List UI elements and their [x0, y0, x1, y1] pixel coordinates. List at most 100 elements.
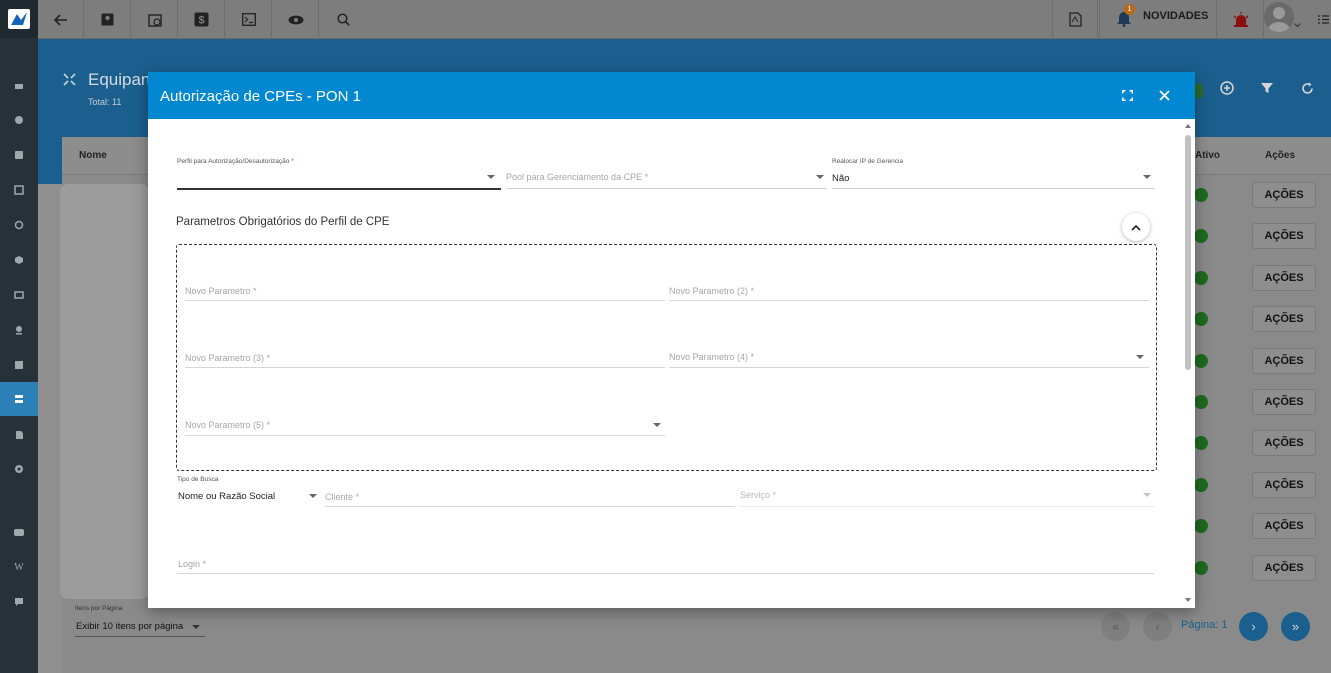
row-actions-button[interactable]: AÇÕES — [1252, 264, 1316, 291]
tipo-busca-select[interactable]: Nome ou Razão Social — [177, 485, 320, 507]
column-header-nome[interactable]: Nome — [79, 150, 107, 161]
add-button[interactable] — [1213, 74, 1241, 102]
items-per-page-label: Itens por Página — [75, 605, 123, 612]
param1-input[interactable]: Novo Parametro * — [185, 281, 665, 301]
active-status-icon — [1194, 477, 1208, 492]
params-section: Novo Parametro * Novo Parametro (2) * No… — [176, 244, 1157, 471]
left-sidebar: W — [0, 0, 38, 673]
first-page-button[interactable]: « — [1101, 612, 1130, 641]
youtube-icon[interactable] — [0, 515, 38, 549]
clock-calendar-icon[interactable] — [132, 0, 178, 39]
table-icon[interactable] — [0, 173, 38, 207]
row-actions-button[interactable]: AÇÕES — [1252, 306, 1316, 333]
chevron-down-icon[interactable] — [1294, 15, 1301, 33]
row-actions-button[interactable]: AÇÕES — [1252, 347, 1316, 374]
id-card-icon[interactable] — [0, 278, 38, 312]
row-actions-button[interactable]: AÇÕES — [1252, 554, 1316, 581]
cpe-authorization-dialog: Autorização de CPEs - PON 1 Perfil para … — [148, 72, 1195, 608]
terminal-icon[interactable] — [226, 0, 272, 39]
param4-select[interactable]: Novo Parametro (4) * — [669, 348, 1149, 368]
param2-placeholder: Novo Parametro (2) * — [669, 286, 755, 296]
dollar-icon[interactable]: $ — [179, 0, 225, 39]
pool-select[interactable]: Pool para Gerenciamento da CPE * — [506, 167, 826, 189]
location-pin-icon[interactable] — [0, 313, 38, 347]
eye-icon[interactable] — [273, 0, 319, 39]
search-icon[interactable] — [320, 0, 366, 39]
realocar-label: Realocar IP de Gerencia — [832, 158, 904, 165]
active-status-icon — [1194, 560, 1208, 575]
app-logo[interactable] — [0, 0, 38, 38]
last-page-button[interactable]: » — [1281, 612, 1310, 641]
dropdown-caret-icon — [1143, 175, 1151, 179]
scroll-up-icon[interactable] — [1185, 124, 1191, 128]
document-icon[interactable] — [0, 418, 38, 452]
fullscreen-icon[interactable] — [1117, 85, 1137, 105]
next-page-button[interactable]: › — [1239, 612, 1268, 641]
box-icon[interactable] — [0, 243, 38, 277]
notification-badge: 1 — [1124, 4, 1135, 15]
items-per-page-select[interactable]: Exibir 10 itens por página — [75, 617, 205, 637]
refresh-button[interactable] — [1293, 74, 1321, 102]
realocar-value: Não — [832, 173, 850, 184]
back-arrow-icon[interactable] — [38, 0, 84, 39]
login-input[interactable]: Login * — [177, 553, 1154, 574]
row-actions-button[interactable]: AÇÕES — [1252, 389, 1316, 415]
perfil-select[interactable] — [177, 167, 501, 189]
active-status-icon — [1194, 395, 1208, 409]
menu-list-icon[interactable] — [1318, 12, 1329, 30]
tipo-busca-value: Nome ou Razão Social — [178, 491, 276, 502]
param5-placeholder: Novo Parametro (5) * — [185, 420, 271, 430]
param3-input[interactable]: Novo Parametro (3) * — [185, 348, 665, 368]
row-actions-button[interactable]: AÇÕES — [1252, 223, 1316, 250]
dropdown-caret-icon — [309, 494, 317, 498]
dropdown-caret-icon — [1143, 493, 1151, 497]
row-actions-button[interactable]: AÇÕES — [1252, 513, 1316, 540]
loading-skeleton — [60, 184, 149, 599]
novidades-button[interactable]: 1 NOVIDADES — [1099, 0, 1217, 39]
scroll-down-icon[interactable] — [1185, 598, 1191, 602]
cliente-placeholder: Cliente * — [325, 492, 360, 502]
list-icon[interactable] — [0, 348, 38, 382]
scroll-thumb[interactable] — [1185, 135, 1191, 370]
login-placeholder: Login * — [178, 559, 207, 569]
section-title: Parametros Obrigatórios do Perfil de CPE — [176, 216, 390, 228]
row-actions-button[interactable]: AÇÕES — [1252, 182, 1316, 208]
column-header-ativo[interactable]: Ativo — [1195, 150, 1220, 161]
collapse-arrows-icon — [63, 73, 76, 91]
settings-icon[interactable] — [0, 452, 38, 486]
dropdown-caret-icon — [653, 423, 661, 427]
realocar-select[interactable]: Não — [832, 167, 1154, 189]
items-per-page-value: Exibir 10 itens por página — [76, 621, 184, 632]
pdf-icon[interactable] — [1052, 0, 1098, 39]
alarm-icon[interactable] — [1218, 0, 1264, 39]
param3-placeholder: Novo Parametro (3) * — [185, 353, 271, 363]
active-status-icon — [1194, 188, 1208, 202]
contact-icon[interactable] — [0, 138, 38, 172]
dashboard-icon[interactable] — [0, 69, 38, 103]
chat-icon[interactable] — [0, 585, 38, 619]
dialog-header: Autorização de CPEs - PON 1 — [148, 72, 1195, 119]
dropdown-caret-icon — [816, 175, 824, 179]
network-icon[interactable] — [0, 382, 38, 416]
dialog-scrollbar[interactable] — [1184, 124, 1192, 604]
param5-select[interactable]: Novo Parametro (5) * — [185, 416, 665, 436]
row-actions-button[interactable]: AÇÕES — [1252, 430, 1316, 457]
green-action-button[interactable] — [1195, 84, 1203, 98]
dropdown-caret-icon — [192, 625, 200, 629]
wiki-icon[interactable]: W — [0, 550, 38, 584]
perfil-label-text: Perfil para Autorização/Desautorização — [177, 158, 290, 165]
palette-icon[interactable] — [0, 103, 38, 137]
cliente-input[interactable]: Cliente * — [325, 485, 735, 507]
collapse-section-button[interactable] — [1122, 213, 1150, 241]
param2-input[interactable]: Novo Parametro (2) * — [669, 281, 1149, 301]
servico-select[interactable]: Serviço * — [740, 485, 1154, 507]
clock-icon[interactable] — [0, 208, 38, 242]
row-actions-button[interactable]: AÇÕES — [1252, 471, 1316, 498]
svg-text:$: $ — [198, 15, 204, 27]
close-icon[interactable] — [1154, 85, 1174, 105]
contact-card-icon[interactable] — [85, 0, 131, 39]
prev-page-button[interactable]: ‹ — [1143, 612, 1172, 641]
avatar[interactable] — [1264, 2, 1294, 32]
param4-placeholder: Novo Parametro (4) * — [669, 352, 755, 362]
filter-button[interactable] — [1253, 74, 1281, 102]
